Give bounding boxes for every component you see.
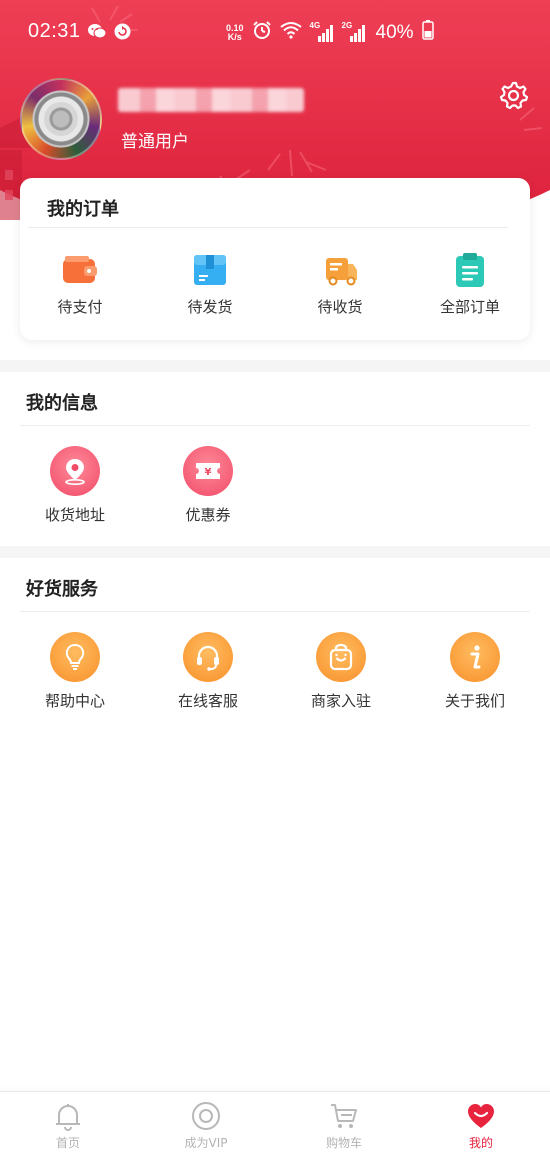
sync-icon [114, 23, 131, 45]
about-us-button[interactable]: 关于我们 [420, 632, 530, 711]
alarm-icon [252, 20, 272, 45]
bottom-navigation: 首页 成为VIP 购物车 我的 [0, 1091, 550, 1161]
status-time: 02:31 [28, 20, 81, 42]
divider [20, 425, 530, 426]
wifi-icon [279, 21, 302, 44]
status-bar: 02:31 0.10 K/s 4G 2G 40% [0, 0, 550, 66]
battery-icon [421, 20, 434, 45]
signal-icon-2: 2G [342, 21, 366, 43]
orders-card: 我的订单 待支付 待发货 待收货 全部订单 [20, 178, 530, 340]
heart-icon [465, 1100, 497, 1132]
divider [20, 611, 530, 612]
order-pending-shipment[interactable]: 待发货 [150, 250, 270, 317]
help-center-button[interactable]: 帮助中心 [20, 632, 130, 711]
svg-text:¥: ¥ [205, 467, 212, 478]
bell-icon [52, 1100, 84, 1132]
settings-button[interactable] [496, 78, 530, 112]
divider [28, 227, 508, 228]
section-gap [0, 546, 550, 558]
lightbulb-icon [50, 632, 100, 682]
wallet-icon [60, 250, 100, 290]
section-gap [0, 360, 550, 372]
username-redacted [118, 88, 304, 112]
truck-icon [320, 250, 360, 290]
cart-icon [328, 1100, 360, 1132]
info-icon [450, 632, 500, 682]
vip-circle-icon [190, 1100, 222, 1132]
nav-home[interactable]: 首页 [13, 1100, 123, 1151]
my-info-title: 我的信息 [26, 393, 98, 414]
coupon-icon: ¥ [183, 446, 233, 496]
shopping-bag-icon [316, 632, 366, 682]
shipping-address-button[interactable]: 收货地址 [20, 446, 130, 525]
battery-percent: 40% [375, 21, 414, 43]
nav-become-vip[interactable]: 成为VIP [151, 1100, 261, 1151]
box-icon [190, 250, 230, 290]
network-speed: 0.10 K/s [226, 22, 244, 42]
orders-title: 我的订单 [47, 199, 119, 220]
merchant-join-button[interactable]: 商家入驻 [286, 632, 396, 711]
location-pin-icon [50, 446, 100, 496]
nav-mine[interactable]: 我的 [426, 1100, 536, 1151]
avatar[interactable] [20, 78, 102, 160]
coupons-button[interactable]: ¥ 优惠券 [153, 446, 263, 525]
headset-icon [183, 632, 233, 682]
clipboard-icon [450, 250, 490, 290]
nav-cart[interactable]: 购物车 [289, 1100, 399, 1151]
online-support-button[interactable]: 在线客服 [153, 632, 263, 711]
gear-icon [499, 81, 529, 110]
order-all[interactable]: 全部订单 [410, 250, 530, 317]
order-pending-receipt[interactable]: 待收货 [280, 250, 400, 317]
signal-icon-1: 4G [310, 21, 334, 43]
wechat-icon [88, 23, 107, 45]
order-pending-payment[interactable]: 待支付 [20, 250, 140, 317]
services-title: 好货服务 [26, 579, 98, 600]
user-level: 普通用户 [121, 132, 189, 152]
